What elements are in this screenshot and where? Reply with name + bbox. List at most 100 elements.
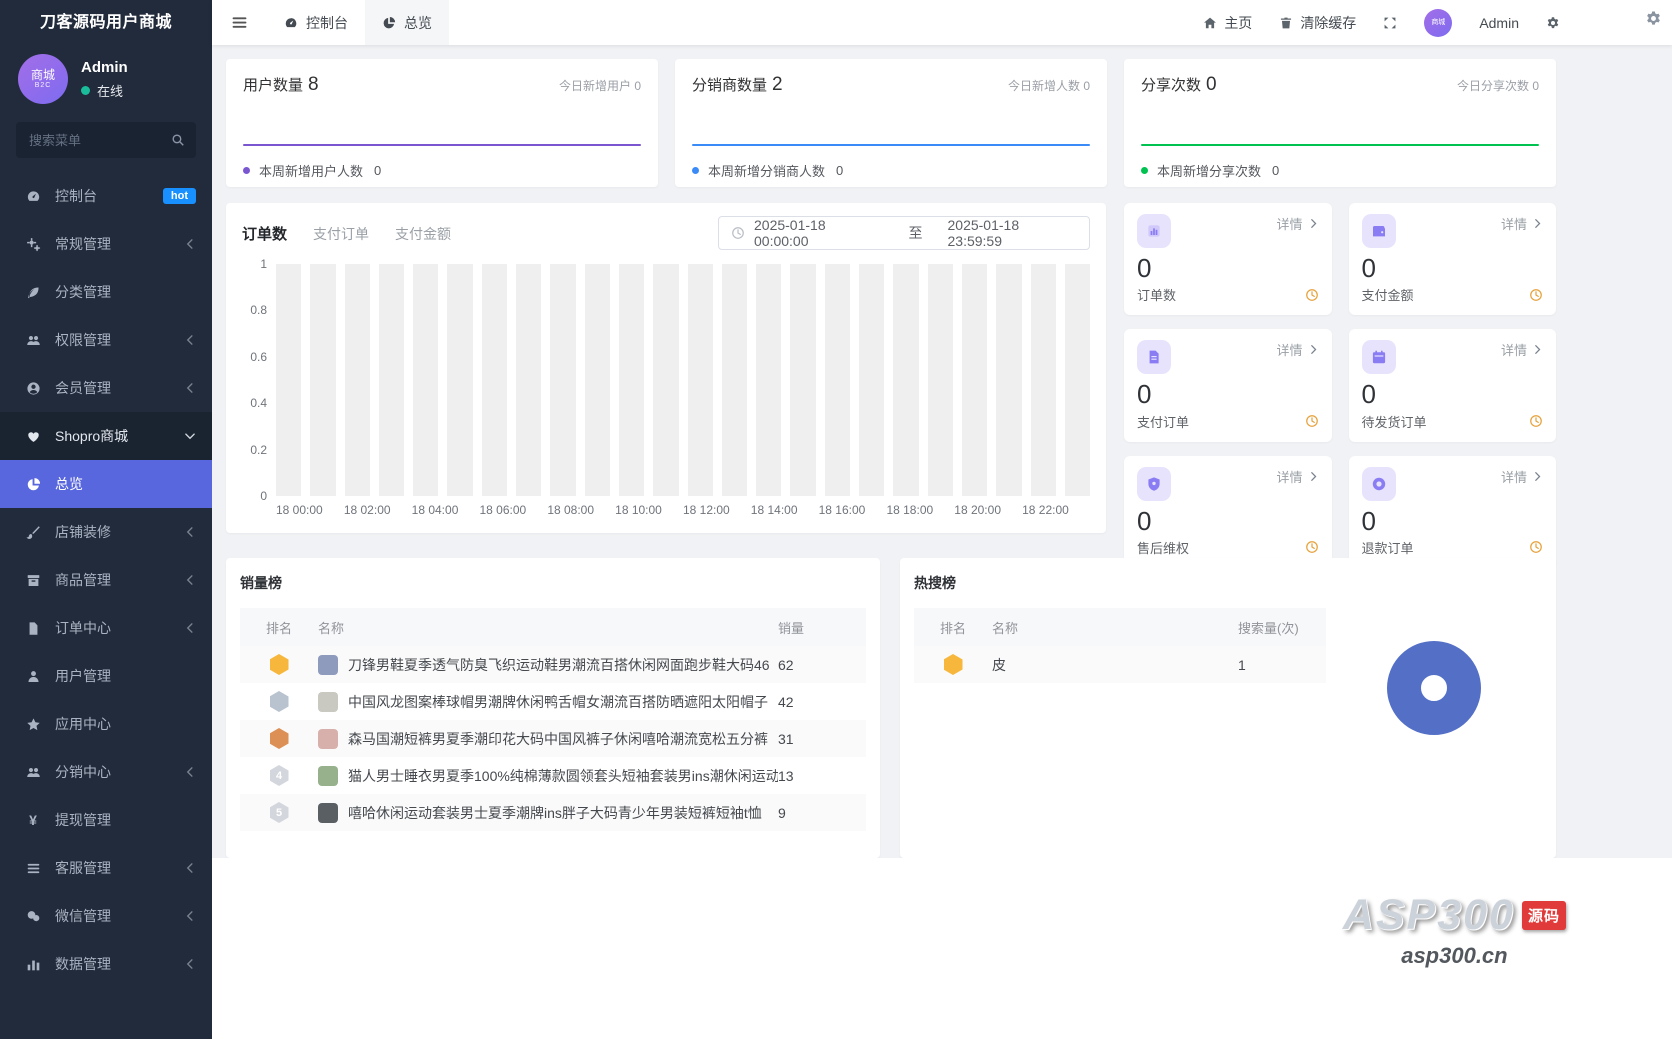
rank-medal-icon xyxy=(943,654,963,675)
x-tick: 18 08:00 xyxy=(547,503,595,517)
avatar-subtext: B2C xyxy=(34,81,52,89)
theme-settings-button[interactable] xyxy=(1645,10,1662,32)
user-dropdown[interactable]: Admin xyxy=(1479,15,1519,31)
shield-icon xyxy=(1137,466,1171,501)
date-start[interactable]: 2025-01-18 00:00:00 xyxy=(754,217,884,249)
sales-rank-title: 销量榜 xyxy=(240,575,282,591)
sidebar-item-decoration[interactable]: 店铺装修 xyxy=(0,508,212,556)
sidebar-item-console[interactable]: 控制台 hot xyxy=(0,172,212,220)
fullscreen-button[interactable] xyxy=(1383,16,1397,30)
sidebar-item-shopro[interactable]: Shopro商城 xyxy=(0,412,212,460)
chevron-right-icon xyxy=(1308,218,1319,229)
chevron-right-icon xyxy=(1532,218,1543,229)
stat-trend-line xyxy=(243,144,641,146)
chevron-left-icon xyxy=(184,766,196,778)
stat-value: 8 xyxy=(308,74,319,95)
sidebar-item-label: 客服管理 xyxy=(55,860,111,876)
stats-row: 用户数量 8 今日新增用户 0 本周新增用户人数 0 分销商数量 2 今日新增人数 … xyxy=(226,59,1556,187)
bar xyxy=(721,264,748,496)
gear-icon xyxy=(1546,16,1560,30)
pending-clock-icon xyxy=(1529,540,1543,554)
sidebar-item-user-manage[interactable]: 用户管理 xyxy=(0,652,212,700)
sidebar-item-service[interactable]: 客服管理 xyxy=(0,844,212,892)
search-input[interactable] xyxy=(27,131,171,149)
chevron-left-icon xyxy=(184,238,196,250)
wallet-icon xyxy=(1361,214,1396,248)
table-header: 排名 名称 搜索量(次) xyxy=(914,608,1326,646)
sidebar-item-category[interactable]: 分类管理 xyxy=(0,268,212,316)
clear-cache-button[interactable]: 清除缓存 xyxy=(1279,13,1356,33)
sidebar-item-distribution[interactable]: 分销中心 xyxy=(0,748,212,796)
summary-label: 退款订单 xyxy=(1361,540,1414,556)
sidebar-item-wechat[interactable]: 微信管理 xyxy=(0,892,212,940)
sidebar-item-data[interactable]: 数据管理 xyxy=(0,940,212,988)
col-header-name: 名称 xyxy=(318,620,345,636)
summary-card-5: 详情 0 退款订单 xyxy=(1348,455,1556,568)
tab-overview[interactable]: 总览 xyxy=(365,0,449,45)
date-range-picker[interactable]: 2025-01-18 00:00:00 至 2025-01-18 23:59:5… xyxy=(718,216,1090,250)
menu-toggle-icon[interactable] xyxy=(212,0,267,45)
avatar-text: 商城 xyxy=(30,67,55,82)
stat-week-label: 本周新增分销商人数 xyxy=(708,164,826,179)
summary-label-row: 退款订单 xyxy=(1362,538,1544,557)
sidebar-item-member[interactable]: 会员管理 xyxy=(0,364,212,412)
summary-label-row: 支付订单 xyxy=(1137,412,1319,431)
pending-clock-icon xyxy=(1305,414,1319,428)
watermark-url: asp300.cn xyxy=(1401,943,1508,968)
sidebar-item-app-center[interactable]: 应用中心 xyxy=(0,700,212,748)
product-thumbnail xyxy=(318,654,338,675)
clock-icon xyxy=(731,226,745,240)
summary-top: 详情 xyxy=(1137,466,1319,501)
detail-link[interactable]: 详情 xyxy=(1276,340,1318,359)
refund-icon xyxy=(1361,466,1396,501)
stat-value: 2 xyxy=(772,74,783,95)
bar xyxy=(653,264,679,496)
pending-clock-icon xyxy=(1529,414,1543,428)
sidebar-item-label: 商品管理 xyxy=(55,572,111,588)
detail-link[interactable]: 详情 xyxy=(1501,340,1543,359)
topbar-avatar[interactable]: 商城 xyxy=(1424,8,1453,37)
stat-week-row: 本周新增分享次数 0 xyxy=(1141,161,1539,180)
search-icon[interactable] xyxy=(171,133,185,147)
home-button[interactable]: 主页 xyxy=(1203,13,1252,33)
sidebar-item-withdraw[interactable]: ¥ 提现管理 xyxy=(0,796,212,844)
tab-console[interactable]: 控制台 xyxy=(267,0,365,45)
online-dot-icon xyxy=(81,85,90,95)
product-thumbnail xyxy=(318,728,338,749)
settings-button[interactable] xyxy=(1546,16,1560,30)
table-row: 皮 1 xyxy=(914,646,1326,683)
sidebar-item-general[interactable]: 常规管理 xyxy=(0,220,212,268)
summary-label-row: 售后维权 xyxy=(1137,538,1319,557)
sidebar-item-label: 总览 xyxy=(55,476,83,492)
chart-tab-paid[interactable]: 支付订单 xyxy=(313,224,369,244)
detail-link[interactable]: 详情 xyxy=(1501,214,1543,233)
product-thumbnail xyxy=(318,802,338,823)
row-name: 猫人男士睡衣男夏季100%纯棉薄款圆领套头短袖套装男ins潮休闲运动... xyxy=(348,767,778,784)
pie-icon xyxy=(24,477,42,492)
summary-cards: 详情 0 订单数 详情 0 支付金额 详情 0 支付订单 详情 0 待发货订单 … xyxy=(1124,203,1556,568)
user-box: 商城 B2C Admin 在线 xyxy=(0,46,212,118)
chart-tab-amount[interactable]: 支付金额 xyxy=(395,224,451,244)
chart-tab-orders[interactable]: 订单数 xyxy=(242,223,287,244)
sidebar-item-auth[interactable]: 权限管理 xyxy=(0,316,212,364)
bar xyxy=(996,264,1022,496)
chevron-left-icon xyxy=(184,574,196,586)
avatar[interactable]: 商城 B2C xyxy=(18,54,68,104)
sidebar-item-order-center[interactable]: 订单中心 xyxy=(0,604,212,652)
detail-link[interactable]: 详情 xyxy=(1501,467,1543,486)
stat-head: 分享次数 0 今日分享次数 0 xyxy=(1141,74,1539,96)
chevron-right-icon xyxy=(1532,344,1543,355)
sidebar-item-overview[interactable]: 总览 xyxy=(0,460,212,508)
detail-link[interactable]: 详情 xyxy=(1276,467,1318,486)
sidebar-item-goods[interactable]: 商品管理 xyxy=(0,556,212,604)
hot-search-donut-wrap xyxy=(1326,608,1542,735)
x-tick: 18 12:00 xyxy=(682,503,730,517)
chevron-left-icon xyxy=(184,958,196,970)
stat-title: 分销商数量 2 xyxy=(692,74,783,95)
summary-top: 详情 xyxy=(1361,214,1544,248)
detail-link[interactable]: 详情 xyxy=(1276,214,1318,233)
sidebar-item-label: 控制台 xyxy=(55,188,97,204)
sidebar-item-label: Shopro商城 xyxy=(55,428,129,444)
stat-title: 分享次数 0 xyxy=(1141,74,1217,95)
date-end[interactable]: 2025-01-18 23:59:59 xyxy=(948,217,1078,249)
